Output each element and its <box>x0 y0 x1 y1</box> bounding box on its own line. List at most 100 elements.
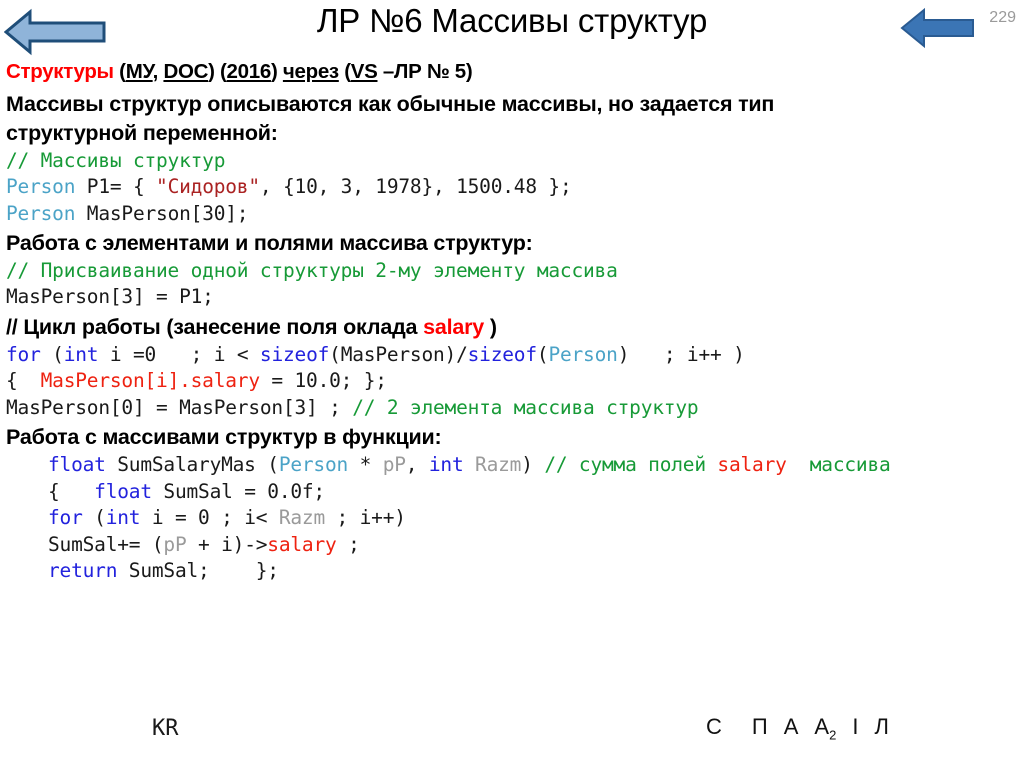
code-line: MasPerson[0] = MasPerson[3] ; // 2 элеме… <box>6 395 1024 422</box>
subtitle-part-5[interactable]: 2016 <box>227 60 272 83</box>
code-block-struct-assignment: // Присваивание одной структуры 2-му эле… <box>6 258 1024 311</box>
code-token-c3l1-4: sizeof <box>259 342 330 366</box>
slide-header: ЛР №6 Массивы структур 229 <box>0 0 1024 56</box>
heading-elements-and-fields: Работа с элементами и полями массива стр… <box>6 231 533 256</box>
subtitle-reference-line: Структуры (МУ, DOC) (2016) через (VS –ЛР… <box>6 60 1024 84</box>
code-block-sum-salary-function: float SumSalaryMas (Person * pP, int Raz… <box>48 452 1024 585</box>
footer-letter-5[interactable]: Л <box>874 714 888 740</box>
subtitle-part-7[interactable]: через <box>283 60 339 83</box>
subtitle-ref-label[interactable]: Структуры <box>6 60 114 83</box>
footer-author-label: KR <box>152 716 179 741</box>
code-line: MasPerson[3] = P1; <box>6 284 1024 311</box>
code-token-c4l2-0: { <box>48 479 95 503</box>
subtitle-part-6: ) <box>270 60 283 83</box>
code-token-c3l1-0: for <box>6 342 41 366</box>
code-line: return SumSal; }; <box>48 558 1024 585</box>
code-token-c1l2-2: "Сидоров" <box>156 175 260 199</box>
code-token-c4l4-0: SumSal+= ( <box>48 532 164 556</box>
code-line: for (int i = 0 ; i< Razm ; i++) <box>48 505 1024 532</box>
code-token-c4l1-10: // сумма полей <box>544 453 718 477</box>
subtitle-part-3[interactable]: DOC <box>163 60 208 83</box>
back-arrow-icon-top-right[interactable] <box>900 6 976 55</box>
code-token-c4l4-1: pP <box>163 532 187 556</box>
footer-letter-0[interactable]: С <box>706 714 722 740</box>
footer-letter-3[interactable]: А2 <box>814 714 836 742</box>
footer-letter-2[interactable]: А <box>784 714 799 740</box>
heading-arrays-in-functions: Работа с массивами структур в функции: <box>6 425 442 450</box>
code-token-c3l3-1: // 2 элемента массива структур <box>352 395 699 419</box>
code-token-c1l3-1: MasPerson[30]; <box>75 201 249 225</box>
code-token-c4l1-4: pP <box>382 453 406 477</box>
code-block-for-loop-salary: for (int i =0 ; i < sizeof(MasPerson)/si… <box>6 342 1024 422</box>
code-token-c3l1-9: ) ; i++ ) <box>617 342 745 366</box>
subtitle-part-10: –ЛР № 5) <box>377 60 473 83</box>
subtitle-part-8: ( <box>338 60 351 83</box>
slide-footer: KR С П А А2 І Л <box>0 700 1024 767</box>
code-token-c4l1-1: SumSalaryMas ( <box>105 453 279 477</box>
code-token-c1l3-0: Person <box>6 201 76 225</box>
code-token-c3l1-8: Person <box>548 342 618 366</box>
heading-loop-suffix: ) <box>484 314 497 339</box>
footer-letter-subscript: 2 <box>829 727 837 743</box>
subtitle-part-1[interactable]: МУ <box>126 60 153 83</box>
code-token-c3l2-0: { <box>6 369 41 393</box>
code-token-c4l1-11: salary <box>717 453 787 477</box>
code-token-c3l1-5: (MasPerson)/ <box>329 342 468 366</box>
code-token-c3l2-1: MasPerson[i].salary <box>40 369 260 393</box>
code-token-c4l4-4: ; <box>336 532 360 556</box>
code-token-c3l1-6: sizeof <box>467 342 537 366</box>
code-token-c2l2-0: MasPerson[3] = P1; <box>6 285 214 309</box>
code-token-c1l2-0: Person <box>6 175 76 199</box>
heading-loop-salary-keyword: salary <box>423 314 485 339</box>
intro-paragraph: Массивы структур описываются как обычные… <box>6 90 1024 148</box>
subtitle-part-9[interactable]: VS <box>351 60 378 83</box>
code-token-c4l4-2: + i)-> <box>186 532 268 556</box>
subtitle-detail-parts: (МУ, DOC) (2016) через (VS –ЛР № 5) <box>114 60 473 83</box>
subtitle-part-4: ) ( <box>208 60 227 83</box>
code-token-c4l3-1: ( <box>82 506 106 530</box>
intro-line-2: структурной переменной: <box>6 120 278 145</box>
code-token-c3l1-2: int <box>63 342 99 366</box>
intro-line-1: Массивы структур описываются как обычные… <box>6 92 775 116</box>
code-line: Person MasPerson[30]; <box>6 201 1024 228</box>
code-line: { float SumSal = 0.0f; <box>48 479 1024 506</box>
heading-loop-salary: // Цикл работы (занесение поля оклада sa… <box>6 313 1024 342</box>
code-token-c4l1-12: массива <box>786 453 891 477</box>
code-line: for (int i =0 ; i < sizeof(MasPerson)/si… <box>6 342 1024 369</box>
code-block-array-declaration: // Массивы структур Person P1= { "Сидоров… <box>6 148 1024 228</box>
heading-loop-prefix: // Цикл работы (занесение поля оклада <box>6 314 424 339</box>
code-token-c4l3-4: Razm <box>278 506 325 530</box>
code-token-c4l2-1: float <box>94 479 152 503</box>
code-token-c2l1-0: // Присваивание одной структуры 2-му эле… <box>6 258 618 282</box>
code-line: // Присваивание одной структуры 2-му эле… <box>6 258 1024 285</box>
footer-letter-row: С П А А2 І Л <box>706 714 889 742</box>
code-token-c4l1-6: int <box>428 453 464 477</box>
code-token-c4l1-3: * <box>348 453 383 477</box>
code-token-c4l3-0: for <box>48 506 83 530</box>
code-line: Person P1= { "Сидоров", {10, 3, 1978}, 1… <box>6 174 1024 201</box>
code-token-c4l2-2: SumSal = 0.0f; <box>151 479 325 503</box>
code-token-c4l4-3: salary <box>267 532 337 556</box>
code-token-c4l3-3: i = 0 ; i< <box>140 506 279 530</box>
code-token-c4l1-2: Person <box>278 453 349 477</box>
page-title: ЛР №6 Массивы структур <box>316 2 708 39</box>
code-token-c3l1-3: i =0 ; i < <box>98 342 260 366</box>
code-token-c4l3-2: int <box>105 506 141 530</box>
code-token-c4l1-5: , <box>405 453 429 477</box>
code-token-c4l1-7 <box>464 453 476 476</box>
code-line: SumSal+= (pP + i)->salary ; <box>48 532 1024 559</box>
code-token-c3l3-0: MasPerson[0] = MasPerson[3] ; <box>6 395 353 419</box>
footer-letter-1[interactable]: П <box>752 714 768 740</box>
code-token-c4l1-9: ) <box>521 453 545 477</box>
code-token-c1l2-3: , {10, 3, 1978}, 1500.48 }; <box>259 175 572 199</box>
code-token-c3l1-1: ( <box>40 342 64 366</box>
footer-letter-4[interactable]: І <box>852 714 858 740</box>
code-line: { MasPerson[i].salary = 10.0; }; <box>6 368 1024 395</box>
code-token-c1l2-1: P1= { <box>75 175 157 199</box>
code-token-c3l1-7: ( <box>536 342 549 366</box>
page-number: 229 <box>989 9 1016 26</box>
subtitle-part-0: ( <box>113 60 126 83</box>
code-token-c4l5-1: SumSal; }; <box>117 559 279 583</box>
code-token-c3l2-2: = 10.0; }; <box>259 369 387 393</box>
code-token-c4l5-0: return <box>48 559 118 583</box>
